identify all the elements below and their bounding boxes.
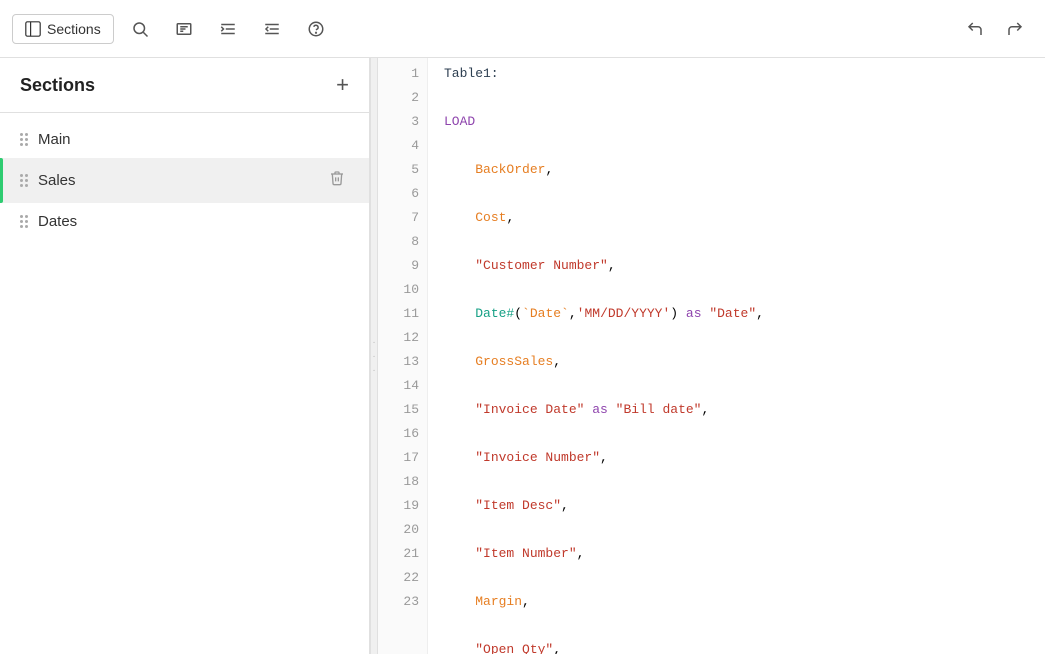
undo-button[interactable]	[957, 11, 993, 47]
undo-icon	[966, 20, 984, 38]
trash-icon	[329, 170, 345, 186]
indent-increase-icon	[219, 20, 237, 38]
sidebar-item-sales-label: Sales	[38, 172, 315, 189]
drag-handle-dates	[20, 215, 28, 228]
code-line-8: "Invoice Date" as "Bill date",	[444, 398, 1029, 422]
code-line-12: Margin,	[444, 590, 1029, 614]
code-content[interactable]: Table1: LOAD BackOrder, Cost, "Customer …	[428, 58, 1045, 654]
code-line-13: "Open Qty",	[444, 638, 1029, 654]
sections-button-label: Sections	[47, 21, 101, 37]
resize-handle[interactable]: ···	[370, 58, 378, 654]
code-line-11: "Item Number",	[444, 542, 1029, 566]
indent-decrease-button[interactable]	[254, 11, 290, 47]
sidebar-title: Sections	[20, 75, 95, 96]
code-line-10: "Item Desc",	[444, 494, 1029, 518]
resize-dots: ···	[372, 337, 375, 376]
sidebar-item-sales[interactable]: Sales	[0, 158, 369, 203]
help-icon	[307, 20, 325, 38]
code-line-4: Cost,	[444, 206, 1029, 230]
code-icon	[175, 20, 193, 38]
sidebar-items-list: Main Sales	[0, 113, 369, 654]
indent-decrease-icon	[263, 20, 281, 38]
search-button[interactable]	[122, 11, 158, 47]
line-numbers: 12345 678910 1112131415 1617181920 21222…	[378, 58, 428, 654]
sidebar: Sections + Main	[0, 58, 370, 654]
sidebar-item-main[interactable]: Main	[0, 121, 369, 158]
code-editor[interactable]: 12345 678910 1112131415 1617181920 21222…	[378, 58, 1045, 654]
add-section-button[interactable]: +	[336, 74, 349, 96]
code-line-9: "Invoice Number",	[444, 446, 1029, 470]
code-line-7: GrossSales,	[444, 350, 1029, 374]
sections-button-icon	[25, 21, 41, 37]
code-line-5: "Customer Number",	[444, 254, 1029, 278]
code-line-1: Table1:	[444, 62, 1029, 86]
sidebar-header: Sections +	[0, 58, 369, 113]
sidebar-item-main-label: Main	[38, 131, 349, 148]
code-line-6: Date#(`Date`,'MM/DD/YYYY') as "Date",	[444, 302, 1029, 326]
toolbar: Sections	[0, 0, 1045, 58]
sections-button[interactable]: Sections	[12, 14, 114, 44]
drag-handle-sales	[20, 174, 28, 187]
redo-icon	[1006, 20, 1024, 38]
help-button[interactable]	[298, 11, 334, 47]
sidebar-item-dates-label: Dates	[38, 213, 349, 230]
search-icon	[131, 20, 149, 38]
delete-sales-button[interactable]	[325, 168, 349, 193]
drag-handle-main	[20, 133, 28, 146]
sidebar-item-dates[interactable]: Dates	[0, 203, 369, 240]
redo-button[interactable]	[997, 11, 1033, 47]
indent-increase-button[interactable]	[210, 11, 246, 47]
code-button[interactable]	[166, 11, 202, 47]
code-line-2: LOAD	[444, 110, 1029, 134]
code-line-3: BackOrder,	[444, 158, 1029, 182]
main-area: Sections + Main	[0, 58, 1045, 654]
